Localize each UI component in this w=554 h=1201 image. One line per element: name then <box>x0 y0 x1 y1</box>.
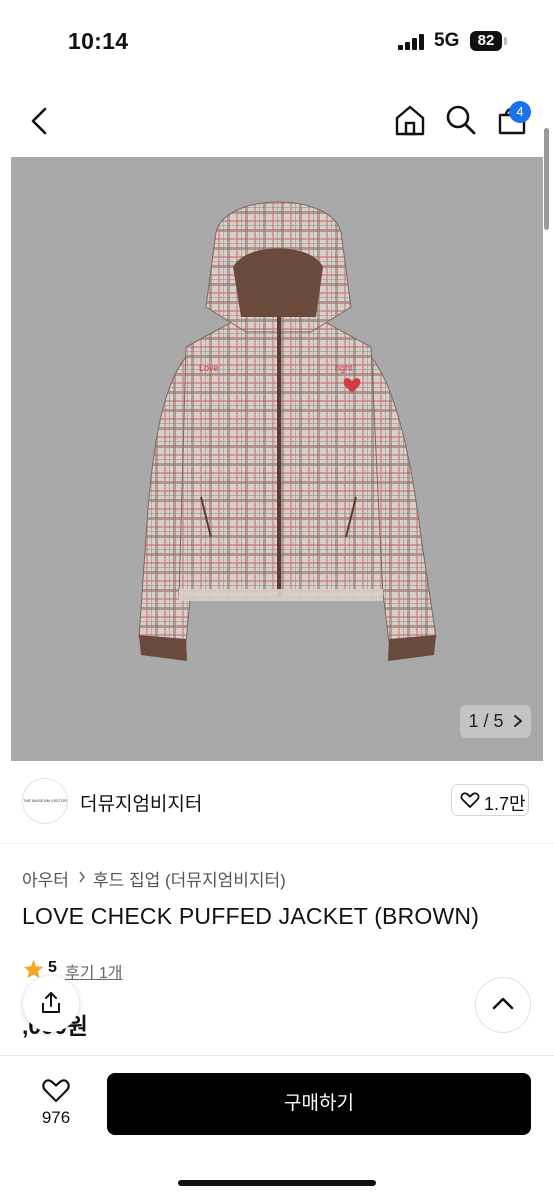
status-bar: 10:14 5G 82 <box>0 0 554 80</box>
scrollbar[interactable] <box>544 128 549 230</box>
cart-badge: 4 <box>509 101 531 123</box>
share-button[interactable] <box>23 976 79 1032</box>
star-icon <box>23 959 44 979</box>
divider <box>0 843 554 844</box>
brand-like-count: 1.7만 <box>484 794 526 814</box>
heart-outline-icon <box>460 792 480 808</box>
product-title: LOVE CHECK PUFFED JACKET (BROWN) <box>22 903 480 929</box>
chevron-right-icon <box>513 715 522 727</box>
product-image-gallery[interactable]: Love right <box>11 157 543 761</box>
breadcrumb-chevron-icon <box>79 871 85 883</box>
home-icon[interactable] <box>393 103 427 137</box>
chevron-up-icon <box>492 997 514 1010</box>
battery-tip <box>504 37 507 45</box>
back-icon[interactable] <box>28 106 50 136</box>
image-counter-label: 1 / 5 <box>468 711 504 731</box>
buy-button[interactable]: 구매하기 <box>107 1073 531 1135</box>
brand-logo[interactable]: THE MUSEUM VISITOR <box>22 778 68 824</box>
network-label: 5G <box>434 30 460 51</box>
love-label: Love <box>199 363 219 373</box>
search-icon[interactable] <box>444 103 478 137</box>
rating-value: 5 <box>48 959 57 976</box>
status-time: 10:14 <box>68 28 129 54</box>
battery-icon: 82 <box>470 31 502 51</box>
home-indicator <box>178 1180 376 1186</box>
wishlist-heart-icon[interactable] <box>41 1077 71 1104</box>
top-nav <box>0 92 554 150</box>
brand-name[interactable]: 더뮤지엄비지터 <box>80 789 202 816</box>
right-label: right <box>335 363 353 373</box>
image-counter[interactable]: 1 / 5 <box>460 705 531 738</box>
signal-icon <box>398 34 424 50</box>
review-link[interactable]: 후기 1개 <box>65 959 123 983</box>
breadcrumb-subcategory[interactable]: 후드 집업 (더뮤지엄비지터) <box>93 866 286 891</box>
breadcrumb-category[interactable]: 아우터 <box>22 866 69 891</box>
share-icon <box>42 992 60 1013</box>
product-image: Love right <box>138 201 437 661</box>
wishlist-count: 976 <box>41 1108 71 1127</box>
scroll-top-button[interactable] <box>475 977 531 1033</box>
